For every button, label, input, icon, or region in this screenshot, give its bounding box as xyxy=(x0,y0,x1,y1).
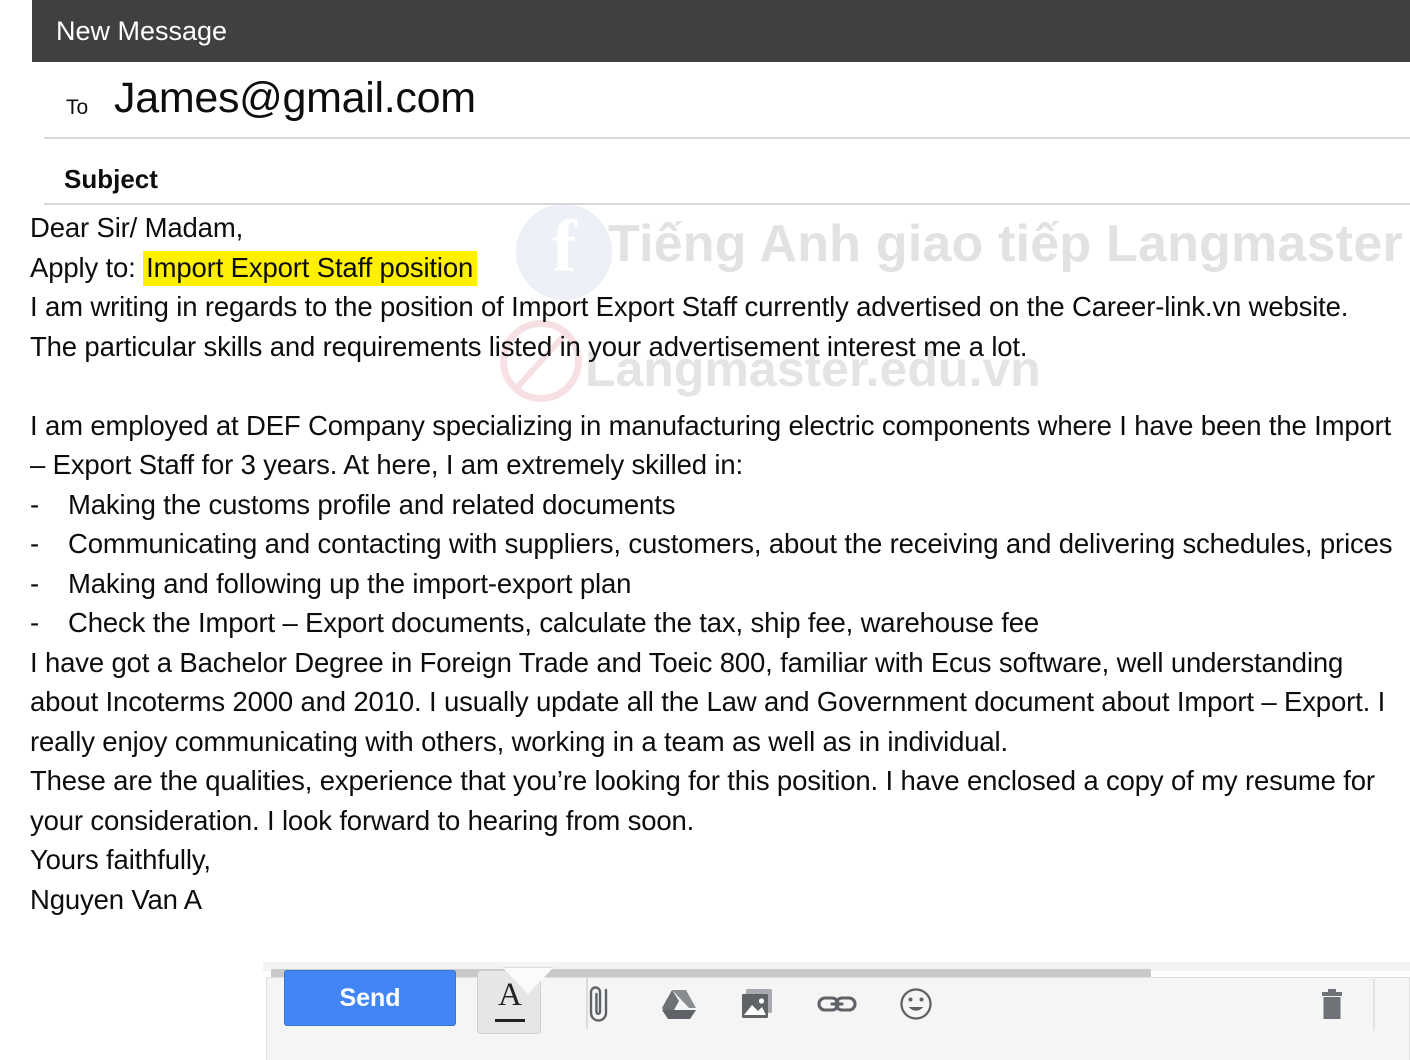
google-drive-icon[interactable] xyxy=(652,977,706,1031)
compose-toolbar: Send A xyxy=(263,955,1410,1060)
formatting-caret-icon xyxy=(503,968,553,994)
attach-file-icon[interactable] xyxy=(573,977,627,1031)
bullet-text: Making and following up the import-expor… xyxy=(68,567,632,599)
insert-link-icon[interactable] xyxy=(810,977,864,1031)
insert-emoji-icon[interactable] xyxy=(889,977,943,1031)
bullet-text: Check the Import – Export documents, cal… xyxy=(68,607,1040,638)
bullet-dash: - xyxy=(30,528,40,559)
to-divider xyxy=(44,137,1410,139)
message-body[interactable]: Dear Sir/ Madam, Apply to: Import Export… xyxy=(30,208,1398,919)
format-underline-bar xyxy=(495,1019,525,1022)
bullet-dash: - xyxy=(30,607,40,638)
body-signature: Nguyen Van A xyxy=(30,883,202,915)
body-paragraph-2: I am employed at DEF Company specializin… xyxy=(30,409,1392,481)
insert-photo-icon[interactable] xyxy=(731,977,785,1031)
body-bullet-2: - Communicating and contacting with suppl… xyxy=(30,524,1398,564)
discard-draft-icon[interactable] xyxy=(1305,977,1359,1031)
bullet-text: Communicating and contacting with suppli… xyxy=(68,528,1393,559)
body-paragraph-3: I have got a Bachelor Degree in Foreign … xyxy=(30,646,1386,757)
apply-prefix: Apply to: xyxy=(30,251,136,283)
to-field-row[interactable]: To James@gmail.com xyxy=(32,62,1410,138)
body-bullet-3: - Making and following up the import-expo… xyxy=(30,564,1398,604)
subject-input[interactable]: Subject xyxy=(64,164,158,195)
compose-title: New Message xyxy=(56,16,228,46)
bullet-dash: - xyxy=(30,567,40,599)
body-closing: Yours faithfully, xyxy=(30,844,211,875)
apply-highlight: Import Export Staff position xyxy=(143,250,478,286)
body-salutation: Dear Sir/ Madam, xyxy=(30,212,244,243)
body-apply-line: Apply to: Import Export Staff position xyxy=(30,248,1398,288)
body-paragraph-4: These are the qualities, experience that… xyxy=(30,765,1375,836)
compose-window: f Tiếng Anh giao tiếp Langmaster Langmas… xyxy=(0,0,1410,1060)
body-bullet-4: - Check the Import – Export documents, ca… xyxy=(30,603,1398,643)
to-input[interactable]: James@gmail.com xyxy=(114,74,476,123)
subject-divider xyxy=(44,203,1410,205)
toolbar-right-divider xyxy=(1373,979,1375,1031)
to-label: To xyxy=(66,96,89,119)
body-paragraph-1: I am writing in regards to the position … xyxy=(30,291,1349,362)
send-button[interactable]: Send xyxy=(284,970,456,1026)
compose-title-bar: New Message xyxy=(32,0,1410,62)
bullet-text: Making the customs profile and related d… xyxy=(68,488,676,520)
bullet-dash: - xyxy=(30,488,40,520)
body-bullet-1: - Making the customs profile and related … xyxy=(30,485,1398,525)
